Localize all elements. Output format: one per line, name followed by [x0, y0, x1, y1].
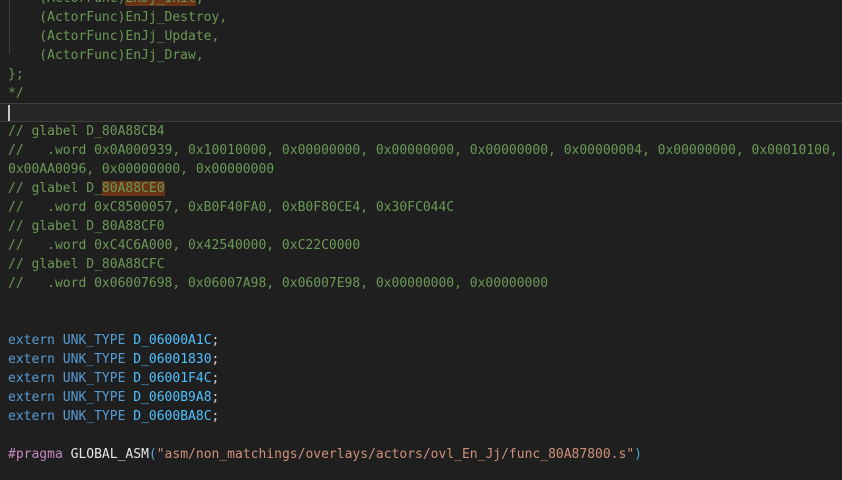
code-token: "asm/non_matchings/overlays/actors/ovl_E… [157, 447, 634, 462]
code-token: (ActorFunc) [8, 0, 125, 6]
text-cursor [8, 105, 10, 121]
code-token: D_0600BA8C [133, 409, 211, 424]
code-token: extern [8, 390, 55, 405]
code-line[interactable] [0, 293, 842, 312]
code-token [55, 333, 63, 348]
code-line[interactable]: // .word 0xC4C6A000, 0x42540000, 0xC22C0… [0, 236, 842, 255]
code-line[interactable]: extern UNK_TYPE D_06001830; [0, 350, 842, 369]
code-token: D_0600B9A8 [133, 390, 211, 405]
code-token [55, 352, 63, 367]
code-line[interactable]: // glabel D_80A88CB4 [0, 122, 842, 141]
code-token: ; [212, 409, 220, 424]
code-token: (ActorFunc)EnJj_Destroy, [8, 10, 227, 25]
code-line[interactable]: extern UNK_TYPE D_06000A1C; [0, 331, 842, 350]
code-token: extern [8, 333, 55, 348]
code-token: // glabel D_80A88CF0 [8, 219, 165, 234]
code-token: // glabel D_80A88CB4 [8, 124, 165, 139]
code-token [55, 390, 63, 405]
code-token: , [196, 0, 204, 6]
code-line[interactable]: (ActorFunc)EnJj_Update, [0, 27, 842, 46]
current-line[interactable] [0, 103, 842, 122]
code-token: }; [8, 67, 24, 82]
indent-guide [9, 0, 10, 54]
code-line[interactable] [0, 426, 842, 445]
code-line[interactable]: // .word 0x0A000939, 0x10010000, 0x00000… [0, 141, 842, 160]
code-token: extern [8, 352, 55, 367]
code-token [63, 447, 71, 462]
search-match-highlight: EnJj_Init [125, 0, 195, 6]
code-token: // .word 0x0A000939, 0x10010000, 0x00000… [8, 143, 838, 158]
code-token: // .word 0xC4C6A000, 0x42540000, 0xC22C0… [8, 238, 360, 253]
code-token: ; [212, 333, 220, 348]
code-token: // .word 0xC8500057, 0xB0F40FA0, 0xB0F80… [8, 200, 454, 215]
code-line[interactable]: extern UNK_TYPE D_0600B9A8; [0, 388, 842, 407]
code-token: UNK_TYPE [63, 371, 126, 386]
code-line[interactable]: // glabel D_80A88CE0 [0, 179, 842, 198]
code-token: UNK_TYPE [63, 352, 126, 367]
code-line[interactable]: (ActorFunc)EnJj_Init, [0, 0, 842, 8]
code-line[interactable]: // glabel D_80A88CF0 [0, 217, 842, 236]
code-line[interactable]: */ [0, 84, 842, 103]
code-line[interactable]: // glabel D_80A88CFC [0, 255, 842, 274]
code-token: UNK_TYPE [63, 390, 126, 405]
code-token: ; [212, 371, 220, 386]
search-match-highlight: 80A88CE0 [102, 181, 165, 196]
code-token: // .word 0x06007698, 0x06007A98, 0x06007… [8, 276, 548, 291]
code-token: (ActorFunc)EnJj_Update, [8, 29, 219, 44]
code-token: GLOBAL_ASM [71, 447, 149, 462]
code-line[interactable]: // .word 0x06007698, 0x06007A98, 0x06007… [0, 274, 842, 293]
code-token: extern [8, 409, 55, 424]
code-line[interactable] [0, 312, 842, 331]
code-line[interactable]: 0x00AA0096, 0x00000000, 0x00000000 [0, 160, 842, 179]
code-line[interactable]: (ActorFunc)EnJj_Draw, [0, 46, 842, 65]
code-token: UNK_TYPE [63, 333, 126, 348]
code-token: ; [212, 352, 220, 367]
code-line[interactable] [0, 464, 842, 480]
code-line[interactable]: }; [0, 65, 842, 84]
code-token: */ [8, 86, 24, 101]
code-line[interactable]: // .word 0xC8500057, 0xB0F40FA0, 0xB0F80… [0, 198, 842, 217]
code-token [55, 371, 63, 386]
code-token: #pragma [8, 447, 63, 462]
code-token: ) [634, 447, 642, 462]
code-line[interactable]: extern UNK_TYPE D_06001F4C; [0, 369, 842, 388]
code-line[interactable]: #pragma GLOBAL_ASM("asm/non_matchings/ov… [0, 445, 842, 464]
code-token: D_06000A1C [133, 333, 211, 348]
code-token [55, 409, 63, 424]
code-token: ; [212, 390, 220, 405]
code-editor[interactable]: (ActorFunc)EnJj_Init, (ActorFunc)EnJj_De… [0, 0, 842, 469]
code-line[interactable]: extern UNK_TYPE D_0600BA8C; [0, 407, 842, 426]
code-token: // glabel D_80A88CFC [8, 257, 165, 272]
code-token: // glabel D_ [8, 181, 102, 196]
code-token: UNK_TYPE [63, 409, 126, 424]
code-line[interactable]: (ActorFunc)EnJj_Destroy, [0, 8, 842, 27]
code-content: (ActorFunc)EnJj_Init, (ActorFunc)EnJj_De… [0, 0, 842, 480]
code-token: D_06001830 [133, 352, 211, 367]
code-token: (ActorFunc)EnJj_Draw, [8, 48, 204, 63]
code-token: ( [149, 447, 157, 462]
code-token: D_06001F4C [133, 371, 211, 386]
code-token: extern [8, 371, 55, 386]
code-token: 0x00AA0096, 0x00000000, 0x00000000 [8, 162, 274, 177]
